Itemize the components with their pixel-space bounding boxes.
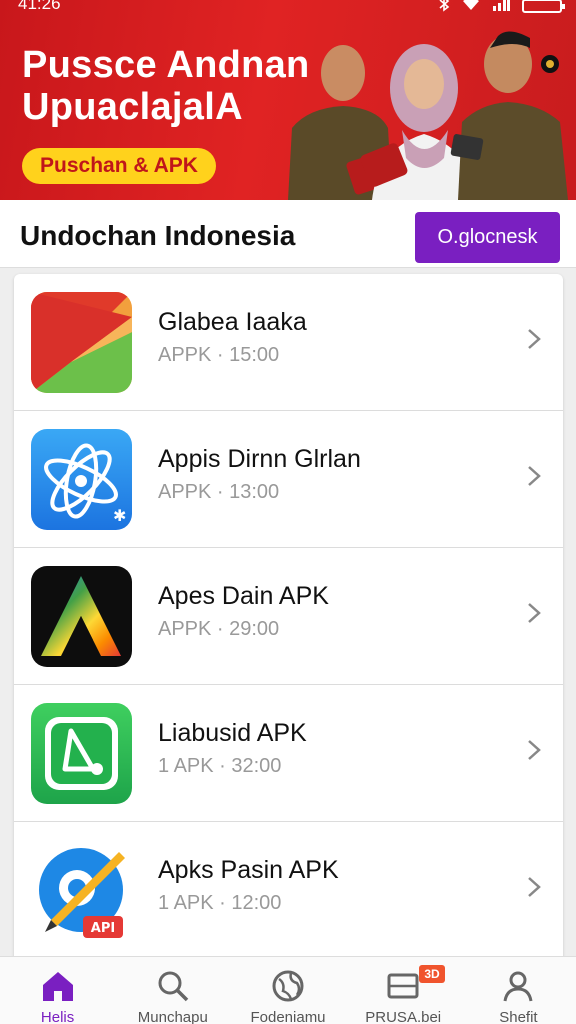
app-name: Apes Dain APK — [158, 582, 329, 610]
list-item[interactable]: Apes Dain APK APPK · 29:00 — [14, 548, 563, 685]
banner-people-illustration — [288, 31, 568, 200]
app-list: Glabea Iaaka APPK · 15:00 ✱ Appis Dirnn … — [14, 274, 563, 964]
wifi-icon — [462, 0, 480, 15]
app-name: Glabea Iaaka — [158, 308, 307, 336]
app-meta: APPK · 15:00 — [158, 344, 280, 366]
chevron-right-icon — [528, 740, 541, 760]
blue-atom-icon: ✱ — [31, 429, 132, 530]
app-screen: 41:26 Pussce Andnan UpuaclajalA Puschan … — [0, 0, 576, 1024]
header-action-button[interactable]: O.glocnesk — [415, 212, 560, 263]
list-item[interactable]: Liabusid APK 1 APK · 32:00 — [14, 685, 563, 822]
rainbow-a-icon — [31, 566, 132, 667]
app-meta: 1 APK · 32:00 — [158, 755, 282, 777]
nav-label: Fodeniamu — [250, 1009, 326, 1024]
list-item[interactable]: Glabea Iaaka APPK · 15:00 — [14, 274, 563, 411]
nav-item-search[interactable]: Munchapu — [115, 957, 230, 1024]
nav-label: Munchapu — [137, 1009, 208, 1024]
tv-icon — [387, 973, 419, 999]
bluetooth-icon — [438, 0, 450, 16]
battery-icon — [522, 0, 565, 13]
promo-banner[interactable]: 41:26 Pussce Andnan UpuaclajalA Puschan … — [0, 0, 576, 200]
nav-label: PRUSA.bei — [365, 1009, 442, 1024]
app-name: Liabusid APK — [158, 719, 307, 747]
banner-pill-button[interactable]: Puschan & APK — [22, 148, 216, 184]
profile-icon — [503, 971, 533, 1002]
status-bar: 41:26 — [0, 0, 576, 20]
orange-red-green-fold-icon — [31, 292, 132, 393]
status-time: 41:26 — [18, 0, 61, 13]
nav-item-tv[interactable]: 3D PRUSA.bei — [346, 957, 461, 1024]
nav-label: Helis — [40, 1009, 75, 1024]
blue-pencil-api-icon: API — [31, 840, 132, 941]
list-item[interactable]: API Apks Pasin APK 1 APK · 12:00 — [14, 822, 563, 959]
signal-icon — [492, 0, 510, 15]
bottom-nav: Helis Munchapu Fodeniamu 3D PRUSA.bei Sh… — [0, 956, 576, 1024]
section-header: Undochan Indonesia O.glocnesk — [0, 200, 576, 268]
chevron-right-icon — [528, 603, 541, 623]
home-icon — [42, 972, 73, 1001]
app-name: Appis Dirnn Glrlan — [158, 445, 361, 473]
nav-label: Shefit — [499, 1009, 538, 1024]
nav-item-home[interactable]: Helis — [0, 957, 115, 1024]
nav-badge: 3D — [419, 965, 445, 983]
app-meta: APPK · 29:00 — [158, 618, 280, 640]
app-meta: 1 APK · 12:00 — [158, 892, 282, 914]
page-title: Undochan Indonesia — [20, 220, 296, 251]
nav-item-profile[interactable]: Shefit — [461, 957, 576, 1024]
search-icon — [158, 971, 189, 1002]
globe-icon — [272, 970, 304, 1002]
list-item[interactable]: ✱ Appis Dirnn Glrlan APPK · 13:00 — [14, 411, 563, 548]
chevron-right-icon — [528, 329, 541, 349]
svg-text:API: API — [91, 921, 115, 936]
app-meta: APPK · 13:00 — [158, 481, 280, 503]
green-triangle-icon — [31, 703, 132, 804]
chevron-right-icon — [528, 877, 541, 897]
nav-item-globe[interactable]: Fodeniamu — [230, 957, 345, 1024]
app-name: Apks Pasin APK — [158, 856, 339, 884]
chevron-right-icon — [528, 466, 541, 486]
svg-text:✱: ✱ — [113, 506, 126, 525]
